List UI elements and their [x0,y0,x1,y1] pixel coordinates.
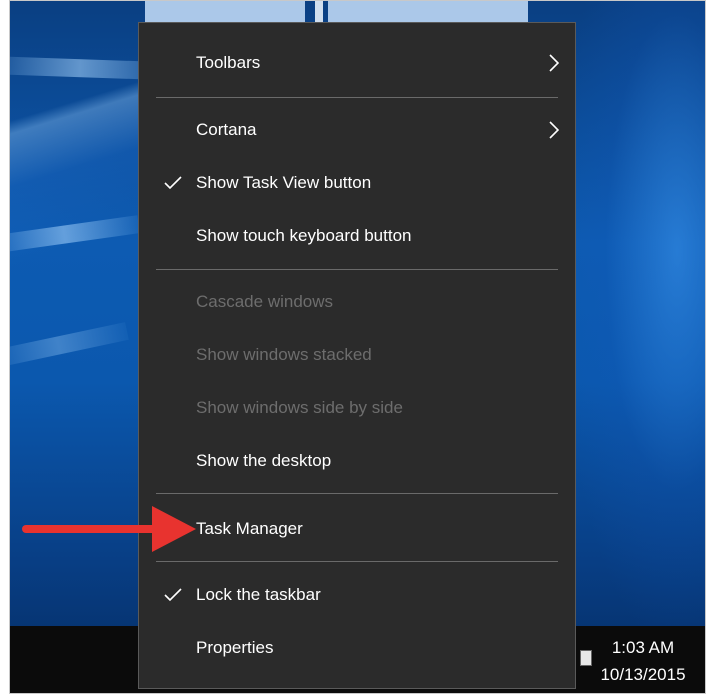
menu-item-label: Cortana [196,120,257,139]
wallpaper-light-right [565,1,705,626]
menu-separator [156,493,558,494]
menu-item-show-task-view-button[interactable]: Show Task View button [139,160,575,206]
menu-item-task-manager[interactable]: Task Manager [139,506,575,552]
menu-item-label: Cascade windows [196,292,334,311]
menu-item-show-touch-keyboard-button[interactable]: Show touch keyboard button [139,213,575,259]
background-window-edge [328,1,528,23]
menu-item-label: Show windows stacked [196,345,372,364]
menu-item-cascade-windows[interactable]: Cascade windows [139,279,575,325]
chevron-right-icon [549,107,559,153]
checkmark-icon [161,572,185,618]
menu-item-label: Lock the taskbar [196,585,321,604]
menu-item-label: Toolbars [196,53,261,72]
clock-date: 10/13/2015 [600,665,686,684]
menu-item-show-windows-side-by-side[interactable]: Show windows side by side [139,385,575,431]
menu-item-label: Properties [196,638,274,657]
checkmark-icon [161,160,185,206]
taskbar-context-menu: Toolbars Cortana Show Task View button S… [138,22,576,689]
menu-item-show-the-desktop[interactable]: Show the desktop [139,438,575,484]
red-arrow-icon [22,506,196,552]
background-window-edge [145,1,305,23]
menu-item-cortana[interactable]: Cortana [139,107,575,153]
menu-item-label: Show touch keyboard button [196,226,412,245]
menu-separator [156,97,558,98]
menu-item-label: Show the desktop [196,451,332,470]
taskbar-clock[interactable]: 1:03 AM 10/13/2015 [593,634,693,688]
menu-item-label: Show windows side by side [196,398,403,417]
menu-separator [156,561,558,562]
menu-item-show-windows-stacked[interactable]: Show windows stacked [139,332,575,378]
menu-item-toolbars[interactable]: Toolbars [139,40,575,86]
clock-time: 1:03 AM [611,638,675,657]
menu-item-lock-the-taskbar[interactable]: Lock the taskbar [139,572,575,618]
chevron-right-icon [549,40,559,86]
menu-item-properties[interactable]: Properties [139,625,575,671]
notification-icon[interactable] [580,650,592,666]
menu-item-label: Show Task View button [196,173,372,192]
menu-separator [156,269,558,270]
menu-item-label: Task Manager [196,519,303,538]
background-window-edge [315,1,323,23]
